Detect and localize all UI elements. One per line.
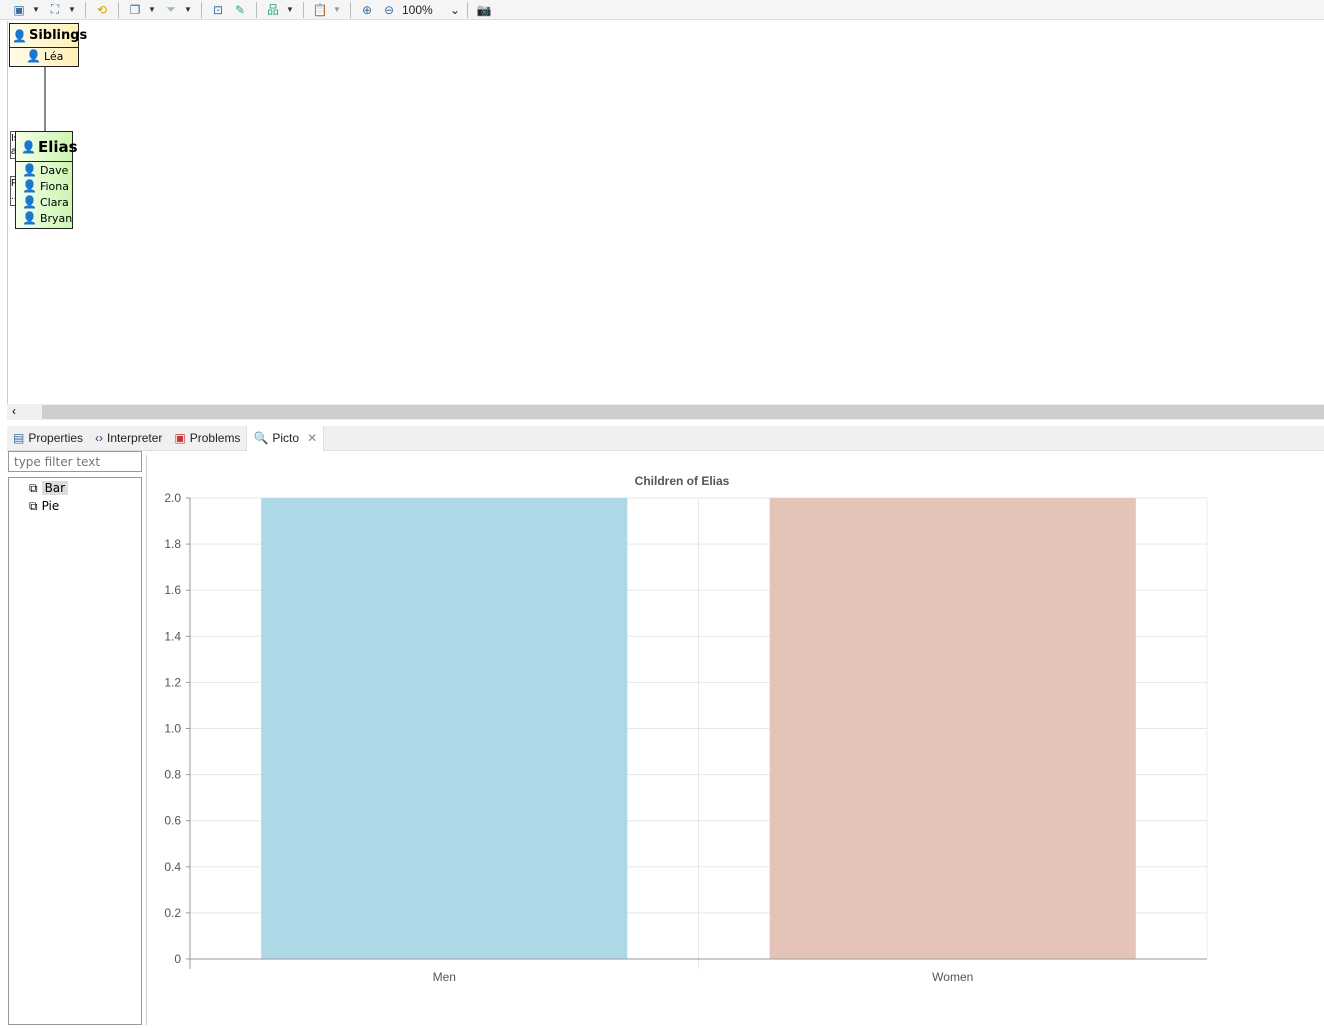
person-icon: 👤 [21, 139, 36, 154]
zoom-out-icon[interactable]: ⊖ [380, 2, 398, 18]
view-tree: ⧉ Bar ⧉ Pie [8, 477, 142, 1025]
close-icon[interactable]: ✕ [307, 431, 317, 445]
female-person-icon: 👤 [26, 49, 41, 63]
scrollbar-thumb[interactable] [42, 405, 1324, 419]
dropdown-arrow[interactable]: ▼ [148, 5, 158, 14]
camera-icon[interactable]: 📷 [475, 2, 493, 18]
y-tick-label: 0 [174, 952, 181, 966]
node-title: Elias [37, 137, 78, 156]
edit-icon[interactable]: ✎ [231, 2, 249, 18]
y-tick-label: 1.8 [164, 537, 181, 551]
refresh-icon[interactable]: ⟲ [93, 2, 111, 18]
dropdown-arrow[interactable]: ▼ [333, 5, 343, 14]
y-tick-label: 0.6 [164, 814, 181, 828]
x-tick-label: Men [433, 970, 456, 984]
member-name: Bryan [39, 211, 73, 225]
y-tick-label: 0.8 [164, 768, 181, 782]
zoom-level-select[interactable]: 100% ⌄ [402, 3, 460, 17]
filter-input[interactable] [8, 451, 142, 472]
chart-title: Children of Elias [635, 474, 730, 488]
problems-icon: ▣ [174, 431, 186, 445]
zoom-level: 100% [402, 2, 433, 17]
y-tick-label: 0.4 [164, 860, 181, 874]
node-title: Siblings [28, 28, 88, 43]
dropdown-arrow[interactable]: ▼ [184, 5, 194, 14]
dropdown-arrow[interactable]: ▼ [286, 5, 296, 14]
layout-icon[interactable]: ▣ [10, 2, 28, 18]
bar-men [261, 498, 628, 959]
magnifier-icon: 🔍 [253, 431, 269, 445]
toolbar: ▣ ▼ ⛶ ▼ ⟲ ❐ ▼ ⏷ ▼ ⊡ ✎ 品 ▼ 📋 ▼ ⊕ ⊖ 100% ⌄ 📷 [0, 0, 1324, 20]
filter-icon[interactable]: ⏷ [162, 2, 180, 18]
y-tick-label: 1.2 [164, 675, 181, 689]
siblings-node[interactable]: 👤 Siblings 👤 Léa [9, 23, 87, 67]
table-icon: ▤ [13, 431, 25, 445]
connector-line [44, 67, 46, 131]
female-person-icon: 👤 [22, 195, 37, 209]
y-tick-label: 1.4 [164, 629, 181, 643]
view-tabs: ▤ Properties ‹› Interpreter ▣ Problems 🔍 Pic… [7, 425, 1324, 451]
horizontal-scrollbar[interactable]: ‹ [7, 404, 1324, 420]
code-icon: ‹› [95, 431, 104, 445]
tab-properties[interactable]: ▤ Properties [7, 426, 89, 451]
bar-chart: Children of Elias 0 0.2 0.4 0.6 0.8 1.0 1.2 1.4… [164, 474, 1208, 984]
zoom-in-icon[interactable]: ⊕ [358, 2, 376, 18]
elias-node[interactable]: 👤 Elias 👤 Dave 👤 Fiona 👤 Clara 👤 Bryan [15, 131, 78, 229]
scroll-left-icon[interactable]: ‹ [12, 404, 16, 418]
dropdown-arrow[interactable]: ▼ [32, 5, 42, 14]
clipboard-icon[interactable]: 📋 [311, 2, 329, 18]
tab-problems[interactable]: ▣ Problems [168, 426, 246, 451]
y-tick-label: 0.2 [164, 906, 181, 920]
person-icon: 👤 [12, 28, 27, 43]
tree-item-bar[interactable]: ⧉ Bar [9, 479, 141, 497]
tab-interpreter[interactable]: ‹› Interpreter [89, 426, 168, 451]
chart-panel: Children of Elias 0 0.2 0.4 0.6 0.8 1.0 1.2 1.4… [146, 455, 1324, 1025]
tree-layout-icon[interactable]: 品 [264, 2, 282, 18]
diagram-canvas[interactable]: 👤Siblings 👤Léa Isa P... 👤Elias 👤Dave 👤Fi… [7, 21, 1324, 404]
select-icon[interactable]: ❐ [126, 2, 144, 18]
member-name: Dave [39, 163, 69, 177]
export-icon[interactable]: ⊡ [209, 2, 227, 18]
dropdown-arrow[interactable]: ▼ [68, 5, 78, 14]
view-icon: ⧉ [29, 480, 38, 495]
view-icon: ⧉ [29, 498, 38, 513]
female-person-icon: 👤 [22, 179, 37, 193]
arrange-icon[interactable]: ⛶ [46, 2, 64, 18]
y-tick-label: 1.0 [164, 722, 181, 736]
x-tick-label: Women [932, 970, 973, 984]
bar-women [769, 498, 1136, 959]
member-name: Léa [43, 49, 64, 63]
y-tick-label: 1.6 [164, 583, 181, 597]
male-person-icon: 👤 [22, 211, 37, 225]
y-tick-label: 2.0 [164, 491, 181, 505]
tree-item-pie[interactable]: ⧉ Pie [9, 497, 141, 515]
member-name: Fiona [39, 179, 69, 193]
tab-picto[interactable]: 🔍 Picto ✕ [246, 425, 325, 451]
member-name: Clara [39, 195, 69, 209]
male-person-icon: 👤 [22, 163, 37, 177]
